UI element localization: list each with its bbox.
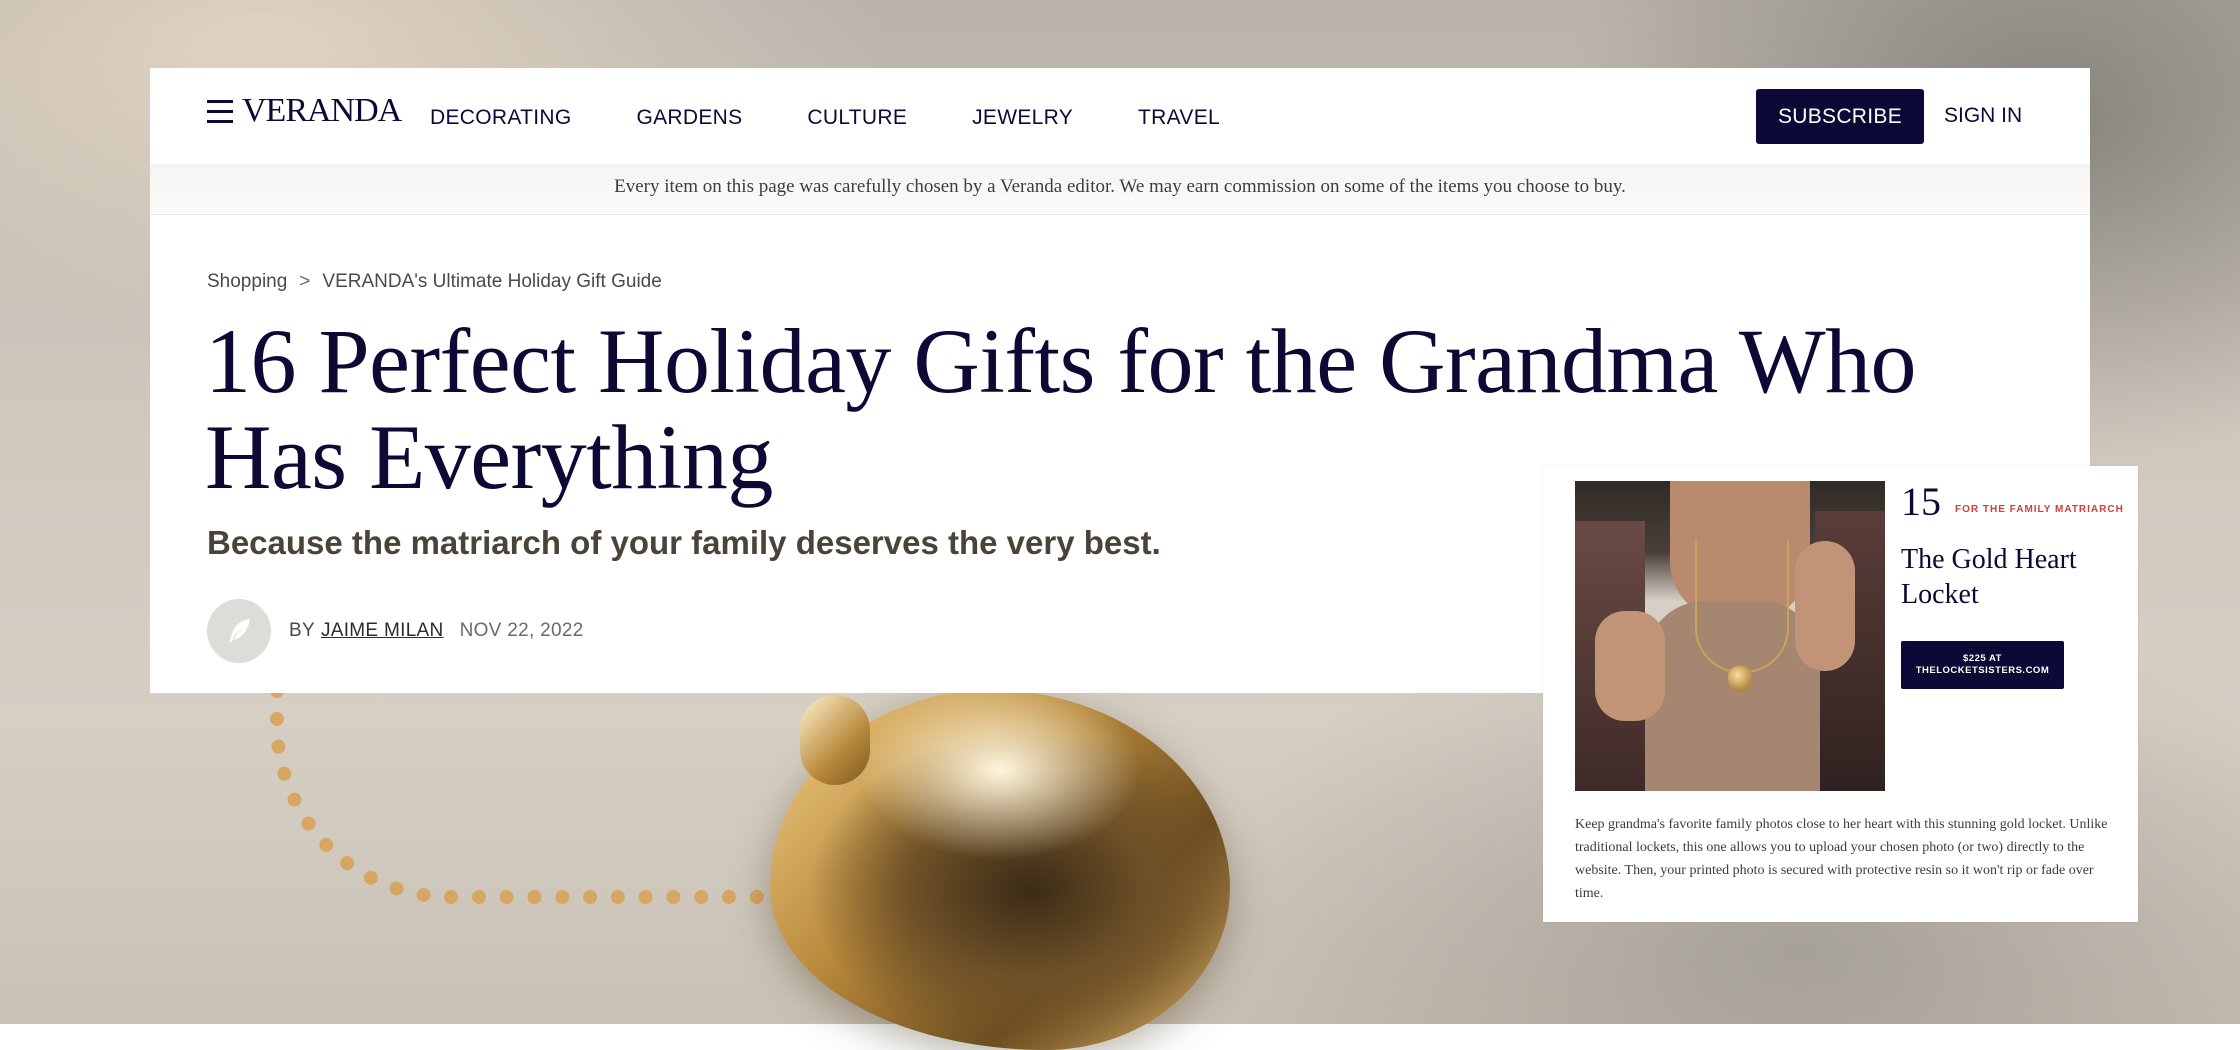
article-dek: Because the matriarch of your family des… <box>207 524 1161 561</box>
breadcrumb-separator: > <box>299 271 311 292</box>
affiliate-disclaimer-bar: Every item on this page was carefully ch… <box>150 164 2090 215</box>
nav-link-jewelry[interactable]: JEWELRY <box>972 106 1073 130</box>
buy-button-retailer: THELOCKETSISTERS.COM <box>1915 665 2050 676</box>
product-card: 15 FOR THE FAMILY MATRIARCH The Gold Hea… <box>1543 466 2138 922</box>
product-title[interactable]: The Gold Heart Locket <box>1901 542 2121 612</box>
author-avatar[interactable] <box>207 599 271 663</box>
quill-feather-icon <box>229 619 250 643</box>
main-nav: DECORATING GARDENS CULTURE JEWELRY TRAVE… <box>430 106 1285 130</box>
publish-date: NOV 22, 2022 <box>459 620 584 641</box>
article-byline: BY JAIME MILAN NOV 22, 2022 <box>207 598 584 664</box>
site-navbar: VERANDA DECORATING GARDENS CULTURE JEWEL… <box>150 68 2090 164</box>
buy-button-price: $225 AT <box>1963 653 2002 664</box>
affiliate-disclaimer: Every item on this page was carefully ch… <box>614 176 1626 197</box>
nav-link-travel[interactable]: TRAVEL <box>1138 106 1220 130</box>
breadcrumb: Shopping > VERANDA's Ultimate Holiday Gift… <box>207 271 662 293</box>
nav-link-gardens[interactable]: GARDENS <box>636 106 742 130</box>
sign-in-link[interactable]: SIGN IN <box>1944 104 2022 128</box>
byline-prefix: BY <box>289 620 315 641</box>
gold-chain <box>270 690 844 904</box>
breadcrumb-shopping[interactable]: Shopping <box>207 271 287 292</box>
site-logo[interactable]: VERANDA <box>242 92 402 130</box>
product-tag: FOR THE FAMILY MATRIARCH <box>1955 504 2124 515</box>
author-link[interactable]: JAIME MILAN <box>321 620 444 642</box>
locket-bail <box>800 695 870 785</box>
buy-button[interactable]: $225 AT THELOCKETSISTERS.COM <box>1901 641 2064 689</box>
product-number: 15 <box>1901 479 1941 524</box>
product-image[interactable] <box>1575 481 1885 791</box>
product-description: Keep grandma's favorite family photos cl… <box>1575 817 2108 901</box>
hamburger-menu-icon[interactable] <box>207 100 233 124</box>
nav-link-decorating[interactable]: DECORATING <box>430 106 571 130</box>
breadcrumb-gift-guide[interactable]: VERANDA's Ultimate Holiday Gift Guide <box>322 271 661 292</box>
subscribe-button[interactable]: SUBSCRIBE <box>1756 89 1924 144</box>
nav-link-culture[interactable]: CULTURE <box>807 106 907 130</box>
